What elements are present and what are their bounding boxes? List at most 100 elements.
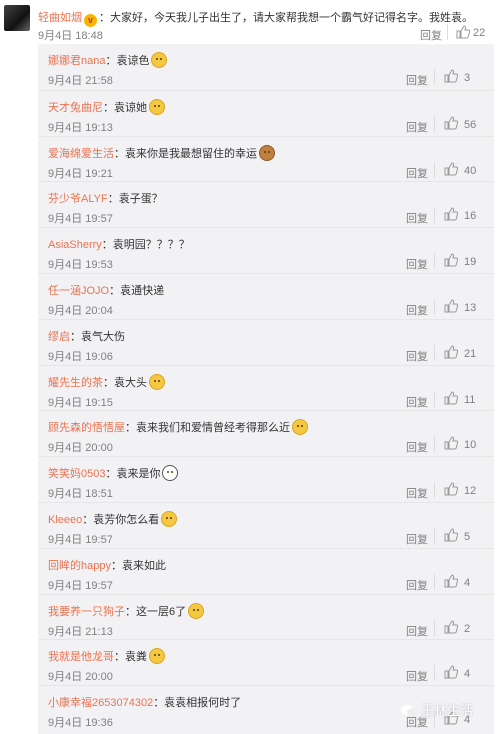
comment-text: ：袁通快递: [109, 285, 165, 297]
comment-author-link[interactable]: 天才兔曲尼: [48, 102, 103, 114]
comment-reply-button[interactable]: 回复: [406, 119, 428, 135]
thumbs-up-icon[interactable]: [444, 207, 458, 221]
thumbs-up-icon[interactable]: [444, 162, 458, 176]
comment-text: ：袁气大伤: [70, 330, 125, 343]
comment-reply-button[interactable]: 回复: [406, 668, 428, 684]
thumbs-up-icon[interactable]: [444, 116, 458, 130]
post-text: ：大家好，今天我儿子出生了，请大家帮我想一个霸气好记得名字。我姓袁。: [99, 12, 473, 24]
divider: [434, 207, 435, 224]
comment-like-count: 11: [464, 393, 476, 406]
comment-time: 9月4日 19:57: [48, 534, 113, 546]
comment-author-link[interactable]: 顾先森的悟悟屋: [48, 422, 125, 434]
comment-reply-button[interactable]: 回复: [406, 439, 428, 455]
comment-like-count: 16: [464, 210, 477, 223]
comment-reply-button[interactable]: 回复: [406, 210, 428, 226]
thumbs-up-icon[interactable]: [444, 253, 458, 267]
post-line: 轻曲如烟 v ：大家好，今天我儿子出生了，请大家帮我想一个霸气好记得名字。我姓袁。: [38, 9, 473, 27]
cat-emoji: [292, 419, 308, 436]
comment-author-link[interactable]: 回眸的happy: [48, 560, 111, 572]
comment-item: 我要养一只狗子：这一层6了 9月4日 21:13 回复 2: [38, 593, 494, 640]
post-time: 9月4日 18:48: [38, 30, 103, 42]
cat-emoji: [149, 648, 165, 665]
comment-line: 笑笑妈0503：袁来是你: [48, 465, 179, 482]
comment-reply-button[interactable]: 回复: [406, 577, 428, 593]
thumbs-up-icon[interactable]: [444, 391, 458, 405]
comment-like-count: 2: [464, 622, 471, 635]
comment-like-count: 13: [464, 302, 477, 314]
comment-time: 9月4日 19:53: [48, 259, 113, 272]
comment-author-link[interactable]: 芬少爷ALYF: [48, 193, 108, 205]
comment-text: ：袁袁相报何时了: [153, 697, 242, 710]
comment-like-count: 5: [464, 531, 471, 543]
comment-author-link[interactable]: 缪启: [48, 331, 70, 343]
comment-author-link[interactable]: 我要养一只狗子: [48, 606, 125, 618]
cat-emoji: [149, 98, 165, 115]
comment-like-count: 3: [464, 72, 471, 84]
comment-item: AsiaSherry：袁明园？？？？ 9月4日 19:53 回复 19: [38, 227, 494, 273]
comment-line: 我要养一只狗子：这一层6了: [48, 602, 205, 619]
post-author-link[interactable]: 轻曲如烟: [38, 12, 82, 24]
divider: [434, 299, 435, 315]
comment-text: ：袁谅她: [103, 101, 147, 114]
comment-time: 9月4日 21:58: [48, 75, 113, 87]
comment-list: 娜娜君nana：袁谅色 9月4日 21:58 回复 3 天才兔曲尼：袁谅她 9月4日 19…: [38, 44, 494, 734]
wechat-icon: [401, 705, 417, 717]
dog-emoji: [259, 144, 275, 161]
thumbs-up-icon[interactable]: [456, 25, 470, 39]
comment-author-link[interactable]: 耀先生的茶: [48, 377, 103, 389]
comment-item: 缪启：袁气大伤 9月4日 19:06 回复 21: [38, 318, 494, 365]
comment-reply-button[interactable]: 回复: [406, 72, 428, 88]
avatar[interactable]: [4, 5, 30, 31]
comment-text: ：袁芳你怎么看: [82, 514, 160, 526]
comment-reply-button[interactable]: 回复: [406, 623, 428, 639]
comment-time: 9月4日 21:13: [48, 625, 113, 638]
comment-time: 9月4日 19:57: [48, 213, 113, 226]
comment-like-count: 19: [464, 256, 477, 269]
comment-reply-button[interactable]: 回复: [406, 302, 428, 318]
thumbs-up-icon[interactable]: [444, 482, 458, 496]
divider: [434, 619, 435, 636]
comment-reply-button[interactable]: 回复: [406, 531, 428, 547]
comment-author-link[interactable]: AsiaSherry: [48, 239, 102, 251]
cat-emoji: [149, 373, 165, 390]
thumbs-up-icon[interactable]: [444, 528, 458, 542]
comment-reply-button[interactable]: 回复: [406, 394, 428, 410]
comment-reply-button[interactable]: 回复: [406, 485, 428, 501]
comment-author-link[interactable]: 小康幸福2653074302: [48, 697, 153, 709]
comment-author-link[interactable]: 笑笑妈0503: [48, 468, 105, 480]
divider: [434, 573, 435, 590]
comment-author-link[interactable]: 爱海绵爱生活: [48, 148, 114, 160]
comment-time: 9月4日 20:00: [48, 671, 113, 684]
comment-reply-button[interactable]: 回复: [406, 348, 428, 364]
comment-time: 9月4日 19:21: [48, 167, 113, 180]
thumbs-up-icon[interactable]: [444, 665, 458, 679]
comment-line: 天才兔曲尼：袁谅她: [48, 98, 165, 115]
comment-line: 芬少爷ALYF：袁子蛋？: [48, 190, 163, 206]
comment-author-link[interactable]: 我就是他龙哥: [48, 651, 114, 663]
thumbs-up-icon[interactable]: [444, 69, 458, 83]
comment-time: 9月4日 19:15: [48, 396, 113, 409]
comment-time: 9月4日 20:00: [48, 442, 113, 455]
original-post: 轻曲如烟 v ：大家好，今天我儿子出生了，请大家帮我想一个霸气好记得名字。我姓袁。 …: [0, 0, 499, 44]
thumbs-up-icon[interactable]: [444, 574, 458, 588]
comment-like-count: 12: [464, 485, 477, 498]
comment-author-link[interactable]: 任一涵JOJO: [48, 285, 109, 297]
vip-badge-icon: v: [84, 14, 97, 27]
thumbs-up-icon[interactable]: [444, 299, 458, 313]
post-reply-button[interactable]: 回复: [420, 27, 442, 43]
thumbs-up-icon[interactable]: [444, 436, 458, 450]
cat-emoji: [161, 511, 178, 527]
comment-author-link[interactable]: Kleeeo: [48, 514, 82, 526]
comment-reply-button[interactable]: 回复: [406, 256, 428, 272]
thumbs-up-icon[interactable]: [444, 620, 458, 634]
comment-author-link[interactable]: 娜娜君nana: [48, 55, 105, 67]
comment-like-count: 21: [464, 347, 477, 360]
comment-line: 耀先生的茶：袁大头: [48, 373, 165, 390]
comment-item: 回眸的happy：袁来如此 9月4日 19:57 回复 4: [38, 547, 494, 594]
comment-text: ：袁谅色: [105, 55, 150, 67]
divider: [434, 528, 435, 544]
cat-emoji: [151, 52, 168, 68]
thumbs-up-icon[interactable]: [444, 345, 458, 359]
divider: [434, 436, 435, 453]
comment-reply-button[interactable]: 回复: [406, 165, 428, 181]
